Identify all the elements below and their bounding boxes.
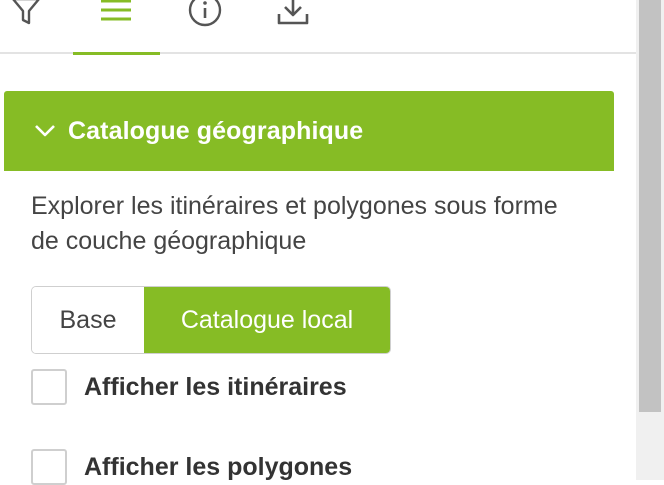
chevron-down-icon (34, 124, 56, 138)
catalogue-panel-header[interactable]: Catalogue géographique (4, 91, 614, 171)
tab-filter[interactable] (0, 0, 52, 34)
show-polygons-label[interactable]: Afficher les polygones (84, 453, 352, 482)
info-icon (188, 0, 222, 27)
toggle-base-button[interactable]: Base (32, 287, 144, 353)
panel-description: Explorer les itinéraires et polygones so… (31, 192, 558, 255)
tab-info[interactable] (179, 0, 231, 34)
filter-icon (12, 0, 40, 25)
show-routes-checkbox[interactable] (31, 369, 67, 405)
toggle-local-catalogue-button[interactable]: Catalogue local (144, 287, 390, 353)
show-routes-label[interactable]: Afficher les itinéraires (84, 373, 347, 402)
scrollbar-thumb[interactable] (639, 0, 661, 412)
toolbar (0, 0, 636, 55)
active-tab-indicator (73, 52, 160, 55)
tab-menu[interactable] (90, 0, 142, 34)
panel-title: Catalogue géographique (68, 116, 364, 145)
download-icon (277, 0, 309, 25)
show-routes-option: Afficher les itinéraires (31, 369, 347, 405)
menu-icon (101, 0, 131, 21)
tab-download[interactable] (267, 0, 319, 34)
source-toggle: Base Catalogue local (31, 286, 391, 354)
